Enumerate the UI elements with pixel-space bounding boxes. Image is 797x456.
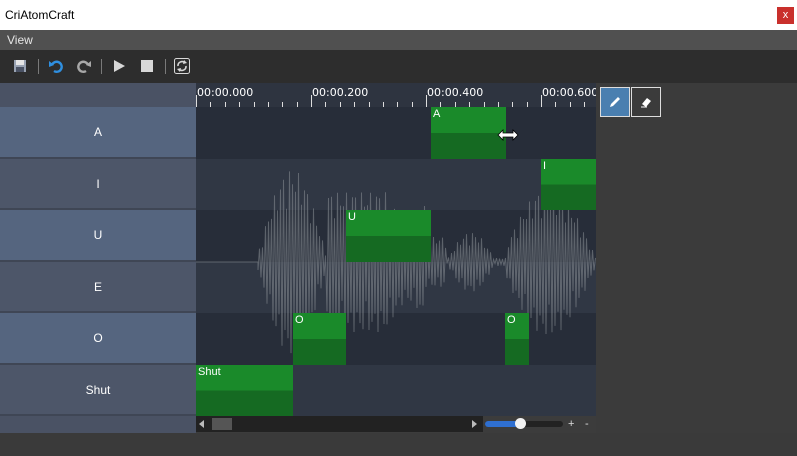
segment-label: I bbox=[543, 160, 547, 172]
scroll-right-icon[interactable] bbox=[472, 420, 477, 428]
track-label-i[interactable]: I bbox=[0, 159, 196, 210]
menu-view[interactable]: View bbox=[7, 33, 33, 47]
segment-o[interactable]: O bbox=[505, 313, 529, 365]
segment-label: Shut bbox=[198, 366, 221, 378]
segment-o[interactable]: O bbox=[293, 313, 346, 365]
segment-a[interactable]: A bbox=[431, 107, 506, 159]
menu-bar: View bbox=[0, 30, 797, 50]
segment-label: A bbox=[433, 108, 441, 120]
window-title: CriAtomCraft bbox=[5, 8, 75, 22]
segment-u[interactable]: U bbox=[346, 210, 431, 262]
track-label-panel: A I U E O Shut bbox=[0, 83, 196, 433]
zoom-thumb[interactable] bbox=[515, 418, 526, 429]
track-label-a[interactable]: A bbox=[0, 107, 196, 159]
undo-icon[interactable] bbox=[47, 58, 65, 74]
stop-icon[interactable] bbox=[138, 58, 156, 74]
eraser-tool-button[interactable] bbox=[631, 87, 661, 117]
resize-cursor-icon bbox=[497, 128, 519, 146]
zoom-slider[interactable] bbox=[485, 418, 563, 429]
redo-icon[interactable] bbox=[75, 58, 93, 74]
pencil-icon bbox=[610, 97, 620, 107]
zoom-out-button[interactable]: - bbox=[585, 418, 589, 430]
refresh-icon[interactable] bbox=[173, 58, 191, 74]
toolbar-separator bbox=[38, 59, 39, 74]
toolbar-separator bbox=[165, 59, 166, 74]
close-button[interactable]: x bbox=[777, 7, 794, 24]
zoom-in-button[interactable]: + bbox=[568, 418, 574, 430]
segment-i[interactable]: I bbox=[541, 159, 597, 210]
pencil-tool-button[interactable] bbox=[600, 87, 630, 117]
segment-layer: A I U O O Shut bbox=[196, 107, 597, 416]
status-bar bbox=[0, 433, 797, 456]
track-label-e[interactable]: E bbox=[0, 262, 196, 313]
save-icon[interactable] bbox=[11, 58, 29, 74]
time-ruler[interactable]: 00:00.000 00:00.200 00:00.400 00:00.600 bbox=[196, 83, 598, 107]
track-label-u[interactable]: U bbox=[0, 210, 196, 262]
scroll-left-icon[interactable] bbox=[199, 420, 204, 428]
right-panel bbox=[596, 83, 797, 433]
track-label-o[interactable]: O bbox=[0, 313, 196, 365]
play-icon[interactable] bbox=[110, 58, 128, 74]
toolbar bbox=[0, 50, 797, 83]
toolbar-separator bbox=[101, 59, 102, 74]
scroll-thumb[interactable] bbox=[212, 418, 232, 430]
ruler-ticks bbox=[196, 95, 585, 107]
segment-shut[interactable]: Shut bbox=[196, 365, 293, 416]
title-bar: CriAtomCraft x bbox=[0, 0, 797, 30]
segment-label: U bbox=[348, 211, 356, 223]
segment-label: O bbox=[295, 314, 304, 326]
track-label-shut[interactable]: Shut bbox=[0, 365, 196, 416]
eraser-icon bbox=[641, 98, 651, 108]
horizontal-scrollbar[interactable] bbox=[196, 416, 483, 432]
segment-label: O bbox=[507, 314, 516, 326]
